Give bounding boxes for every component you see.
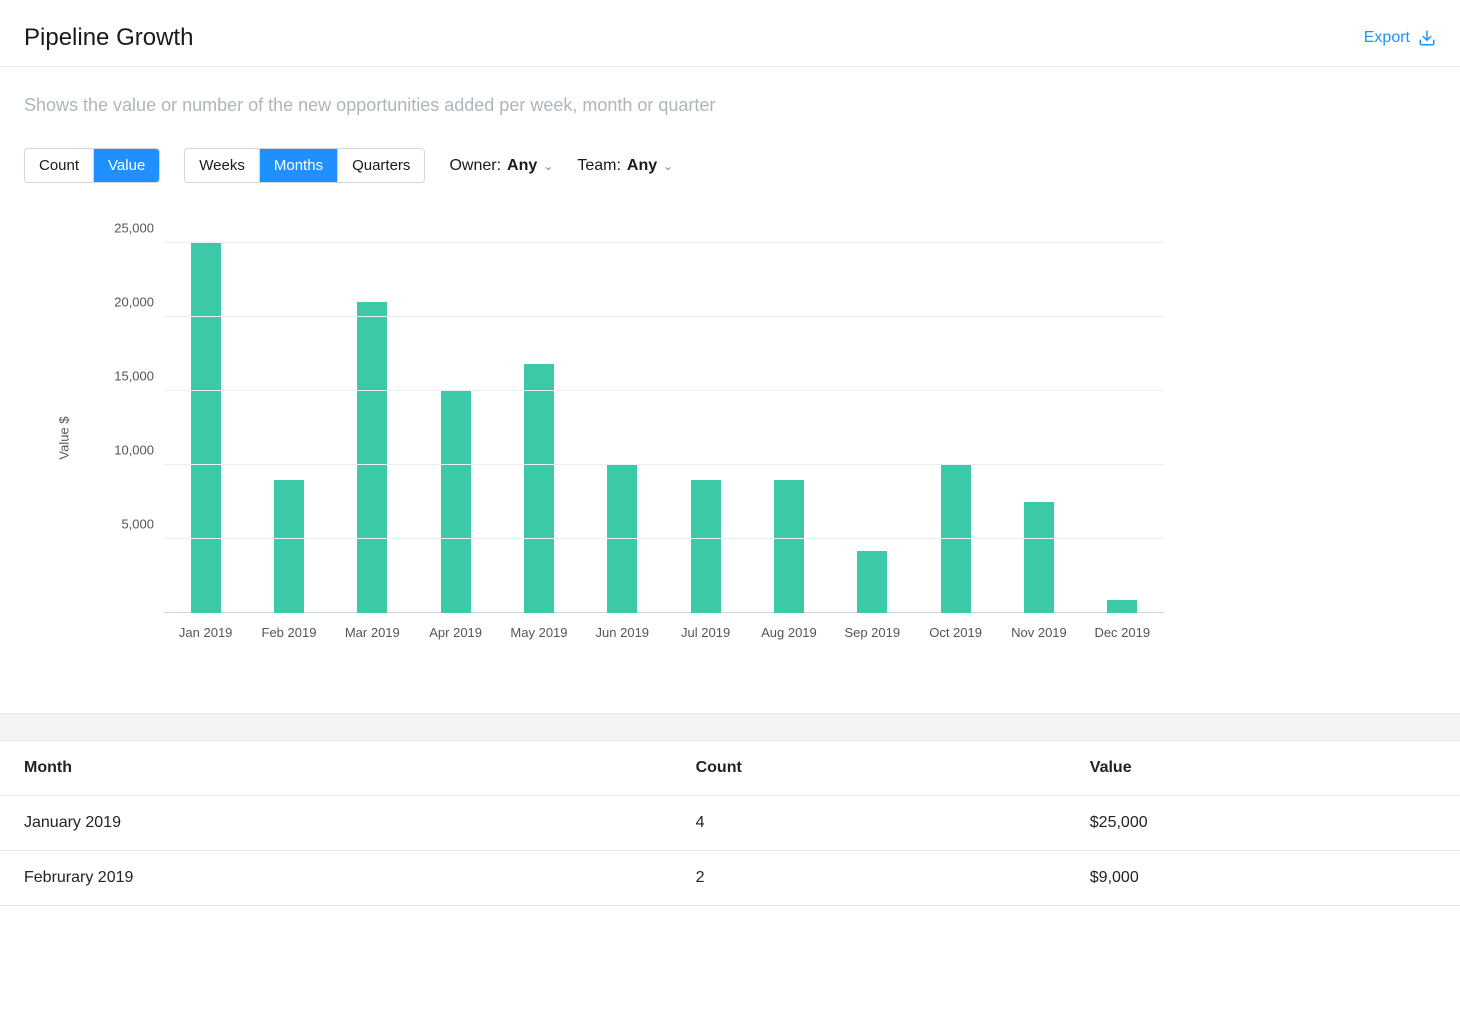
chevron-down-icon: ⌄ — [663, 159, 673, 173]
team-value: Any — [627, 157, 657, 175]
chart-gridline — [164, 538, 1164, 539]
chart-xlabel: May 2019 — [510, 625, 567, 640]
chart-xlabel: Mar 2019 — [345, 625, 400, 640]
table-cell-count: 4 — [672, 796, 1066, 851]
chart-xlabel: Dec 2019 — [1094, 625, 1150, 640]
owner-label: Owner: — [449, 157, 501, 175]
chart-bar[interactable] — [607, 465, 637, 613]
chart-ylabel: Value $ — [57, 416, 72, 459]
metric-value-button[interactable]: Value — [93, 149, 159, 182]
export-label: Export — [1364, 29, 1410, 47]
chart-bar[interactable] — [1024, 502, 1054, 613]
chart-xlabel: Feb 2019 — [262, 625, 317, 640]
chart-bar-slot: May 2019 — [497, 243, 580, 613]
table-row[interactable]: Februrary 20192$9,000 — [0, 851, 1460, 906]
chart-ytick-label: 25,000 — [114, 221, 164, 236]
export-button[interactable]: Export — [1364, 29, 1436, 47]
table-cell-month: January 2019 — [0, 796, 672, 851]
table-header-value: Value — [1066, 741, 1460, 796]
download-icon — [1418, 29, 1436, 47]
chart-bar-slot: Nov 2019 — [997, 243, 1080, 613]
page-header: Pipeline Growth Export — [0, 0, 1460, 67]
chart-bar-slot: Jan 2019 — [164, 243, 247, 613]
table-cell-month: Februrary 2019 — [0, 851, 672, 906]
table-header-row: Month Count Value — [0, 741, 1460, 796]
report-description: Shows the value or number of the new opp… — [24, 95, 1436, 116]
chart-container: Value $ Jan 2019Feb 2019Mar 2019Apr 2019… — [0, 223, 1460, 713]
chart-bar[interactable] — [857, 551, 887, 613]
period-months-button[interactable]: Months — [259, 149, 337, 182]
team-label: Team: — [577, 157, 621, 175]
chart-xlabel: Jun 2019 — [596, 625, 650, 640]
chart-gridline — [164, 464, 1164, 465]
owner-dropdown[interactable]: Owner: Any ⌄ — [449, 157, 553, 175]
table-divider — [0, 713, 1460, 741]
chart-bar-slot: Jun 2019 — [581, 243, 664, 613]
chart-ytick-label: 15,000 — [114, 369, 164, 384]
chart-ytick-label: 5,000 — [121, 517, 164, 532]
chart-bar-slot: Dec 2019 — [1081, 243, 1164, 613]
data-table: Month Count Value January 20194$25,000Fe… — [0, 741, 1460, 906]
chart-xlabel: Sep 2019 — [844, 625, 900, 640]
chart-bar[interactable] — [691, 480, 721, 613]
owner-value: Any — [507, 157, 537, 175]
chart-bar[interactable] — [941, 465, 971, 613]
metric-segmented-control: Count Value — [24, 148, 160, 183]
chart-bar-slot: Mar 2019 — [331, 243, 414, 613]
chart-xlabel: Apr 2019 — [429, 625, 482, 640]
period-quarters-button[interactable]: Quarters — [337, 149, 424, 182]
team-dropdown[interactable]: Team: Any ⌄ — [577, 157, 673, 175]
period-weeks-button[interactable]: Weeks — [185, 149, 259, 182]
bar-chart: Value $ Jan 2019Feb 2019Mar 2019Apr 2019… — [84, 223, 1164, 653]
chart-xlabel: Oct 2019 — [929, 625, 982, 640]
chart-bar[interactable] — [524, 364, 554, 613]
chart-gridline — [164, 316, 1164, 317]
chart-xlabel: Aug 2019 — [761, 625, 817, 640]
chart-xlabel: Jul 2019 — [681, 625, 730, 640]
chart-bar-slot: Oct 2019 — [914, 243, 997, 613]
chart-xlabel: Nov 2019 — [1011, 625, 1067, 640]
chart-plot-area: Jan 2019Feb 2019Mar 2019Apr 2019May 2019… — [164, 243, 1164, 613]
table-cell-count: 2 — [672, 851, 1066, 906]
table-header-month: Month — [0, 741, 672, 796]
chart-xlabel: Jan 2019 — [179, 625, 233, 640]
chart-bar-slot: Sep 2019 — [831, 243, 914, 613]
table-header-count: Count — [672, 741, 1066, 796]
period-segmented-control: Weeks Months Quarters — [184, 148, 425, 183]
chevron-down-icon: ⌄ — [543, 159, 553, 173]
page-title: Pipeline Growth — [24, 24, 193, 52]
table-cell-value: $25,000 — [1066, 796, 1460, 851]
chart-ytick-label: 20,000 — [114, 295, 164, 310]
chart-ytick-label: 10,000 — [114, 443, 164, 458]
chart-bar-slot: Jul 2019 — [664, 243, 747, 613]
chart-bar-slot: Aug 2019 — [747, 243, 830, 613]
chart-bar[interactable] — [774, 480, 804, 613]
chart-bar[interactable] — [274, 480, 304, 613]
chart-gridline — [164, 242, 1164, 243]
metric-count-button[interactable]: Count — [25, 149, 93, 182]
chart-bar[interactable] — [191, 243, 221, 613]
chart-bar-slot: Feb 2019 — [247, 243, 330, 613]
chart-bar[interactable] — [357, 302, 387, 613]
chart-bars-group: Jan 2019Feb 2019Mar 2019Apr 2019May 2019… — [164, 243, 1164, 613]
chart-bar[interactable] — [441, 391, 471, 613]
chart-bar-slot: Apr 2019 — [414, 243, 497, 613]
table-row[interactable]: January 20194$25,000 — [0, 796, 1460, 851]
controls-row: Count Value Weeks Months Quarters Owner:… — [24, 148, 1436, 183]
content-area: Shows the value or number of the new opp… — [0, 67, 1460, 183]
chart-bar[interactable] — [1107, 600, 1137, 613]
table-section: Month Count Value January 20194$25,000Fe… — [0, 713, 1460, 906]
table-cell-value: $9,000 — [1066, 851, 1460, 906]
chart-gridline — [164, 390, 1164, 391]
